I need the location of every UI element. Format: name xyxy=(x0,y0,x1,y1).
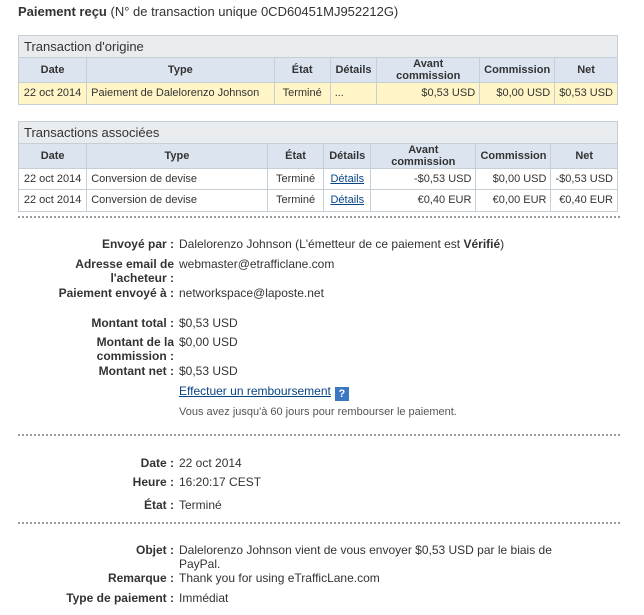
section-divider xyxy=(18,434,620,436)
col-state: État xyxy=(274,58,331,83)
col-fee: Commission xyxy=(475,144,552,169)
origin-table-header: Date Type État Détails Avant commission … xyxy=(19,58,617,83)
payment-type-value: Immédiat xyxy=(179,591,229,605)
col-net: Net xyxy=(550,144,617,169)
col-gross: Avant commission xyxy=(376,58,481,83)
details-link[interactable]: Détails xyxy=(330,194,364,206)
total-amount-label: Montant total : xyxy=(91,316,174,330)
cell-date: 22 oct 2014 xyxy=(19,168,88,190)
section-divider xyxy=(18,522,620,524)
cell-net: -$0,53 USD xyxy=(550,168,617,190)
col-details: Détails xyxy=(330,58,378,83)
date-label: Date : xyxy=(140,456,174,470)
cell-details: Détails xyxy=(323,189,372,211)
cell-net: €0,40 EUR xyxy=(559,194,613,207)
table-row: 22 oct 2014 Paiement de Dalelorenzo John… xyxy=(19,82,617,104)
cell-type: Paiement de Dalelorenzo Johnson xyxy=(86,82,275,104)
details-link[interactable]: Détails xyxy=(330,173,364,185)
cell-type: Conversion de devise xyxy=(86,168,268,190)
net-amount-value: $0,53 USD xyxy=(179,364,238,378)
table-row: 22 oct 2014 Conversion de devise Terminé… xyxy=(19,189,617,211)
net-amount-label: Montant net : xyxy=(98,364,174,378)
note-value: Thank you for using eTrafficLane.com xyxy=(179,571,380,585)
page-title: Paiement reçu (N° de transaction unique … xyxy=(18,4,398,19)
cell-state: Terminé xyxy=(267,189,325,211)
note-label: Remarque : xyxy=(107,571,174,585)
subject-line2: PayPal. xyxy=(179,557,221,571)
col-net: Net xyxy=(554,58,617,83)
subject-value: Dalelorenzo Johnson vient de vous envoye… xyxy=(179,543,552,571)
cell-gross: $0,53 USD xyxy=(376,82,481,104)
cell-details: Détails xyxy=(323,168,372,190)
cell-fee: €0,00 EUR xyxy=(475,189,552,211)
refund-row: Effectuer un remboursement? xyxy=(179,384,349,401)
page-title-main: Paiement reçu xyxy=(18,4,107,19)
sent-by-label: Envoyé par : xyxy=(101,237,174,251)
buyer-email-label-line2: l'acheteur : xyxy=(110,271,174,285)
origin-table: Date Type État Détails Avant commission … xyxy=(19,58,617,104)
cell-net: $0,53 USD xyxy=(554,82,617,104)
origin-panel-title: Transaction d'origine xyxy=(19,36,617,58)
col-fee: Commission xyxy=(479,58,556,83)
sent-by-value: Dalelorenzo Johnson (L'émetteur de ce pa… xyxy=(179,237,504,251)
table-row: 22 oct 2014 Conversion de devise Terminé… xyxy=(19,168,617,190)
help-icon[interactable]: ? xyxy=(334,387,349,401)
col-type: Type xyxy=(86,58,275,83)
fee-label-line2: commission : xyxy=(96,349,174,363)
col-gross: Avant commission xyxy=(370,144,477,169)
sent-to-value: networkspace@laposte.net xyxy=(179,286,324,300)
fee-label-line1: Montant de la xyxy=(96,335,174,349)
cell-gross: -$0,53 USD xyxy=(370,168,477,190)
time-label: Heure : xyxy=(132,475,174,489)
sent-to-label: Paiement envoyé à : xyxy=(58,286,174,300)
payment-type-label: Type de paiement : xyxy=(66,591,174,605)
col-state: État xyxy=(267,144,325,169)
cell-fee: $0,00 USD xyxy=(475,168,552,190)
cell-details: ... xyxy=(330,82,378,104)
buyer-email-label: Adresse email de l'acheteur : xyxy=(0,257,174,285)
refund-note: Vous avez jusqu'à 60 jours pour rembours… xyxy=(179,406,457,418)
transaction-id: (N° de transaction unique 0CD60451MJ9522… xyxy=(110,4,399,19)
total-amount-value: $0,53 USD xyxy=(179,316,238,330)
related-table: Date Type État Détails Avant commission … xyxy=(19,144,617,211)
fee-amount-label: Montant de la commission : xyxy=(0,335,174,363)
section-divider xyxy=(18,216,620,218)
cell-date: 22 oct 2014 xyxy=(19,189,88,211)
cell-state: Terminé xyxy=(267,168,325,190)
col-type: Type xyxy=(86,144,268,169)
cell-date: 22 oct 2014 xyxy=(19,82,88,104)
related-transactions-panel: Transactions associées Date Type État Dé… xyxy=(18,121,618,212)
subject-label: Objet : xyxy=(136,543,174,557)
col-details: Détails xyxy=(323,144,372,169)
buyer-email-value: webmaster@etrafficlane.com xyxy=(179,257,335,271)
origin-transaction-panel: Transaction d'origine Date Type État Dét… xyxy=(18,35,618,105)
subject-line1: Dalelorenzo Johnson vient de vous envoye… xyxy=(179,543,552,557)
related-panel-title: Transactions associées xyxy=(19,122,617,144)
related-table-header: Date Type État Détails Avant commission … xyxy=(19,144,617,169)
time-value: 16:20:17 CEST xyxy=(179,475,262,489)
cell-fee: $0,00 USD xyxy=(479,82,556,104)
cell-state: Terminé xyxy=(274,82,331,104)
close-paren: ) xyxy=(500,237,505,251)
buyer-email-label-line1: Adresse email de xyxy=(75,257,174,271)
state-value: Terminé xyxy=(179,498,222,512)
cell-type: Conversion de devise xyxy=(86,189,268,211)
sender-name: Dalelorenzo Johnson (L'émetteur de ce pa… xyxy=(179,237,464,251)
date-value: 22 oct 2014 xyxy=(179,456,242,470)
fee-amount-value: $0,00 USD xyxy=(179,335,238,349)
col-date: Date xyxy=(19,144,88,169)
cell-gross: €0,40 EUR xyxy=(370,189,477,211)
state-label: État : xyxy=(144,498,174,512)
col-date: Date xyxy=(19,58,88,83)
verified-status: Vérifié xyxy=(463,237,501,251)
refund-link[interactable]: Effectuer un remboursement xyxy=(179,384,331,398)
